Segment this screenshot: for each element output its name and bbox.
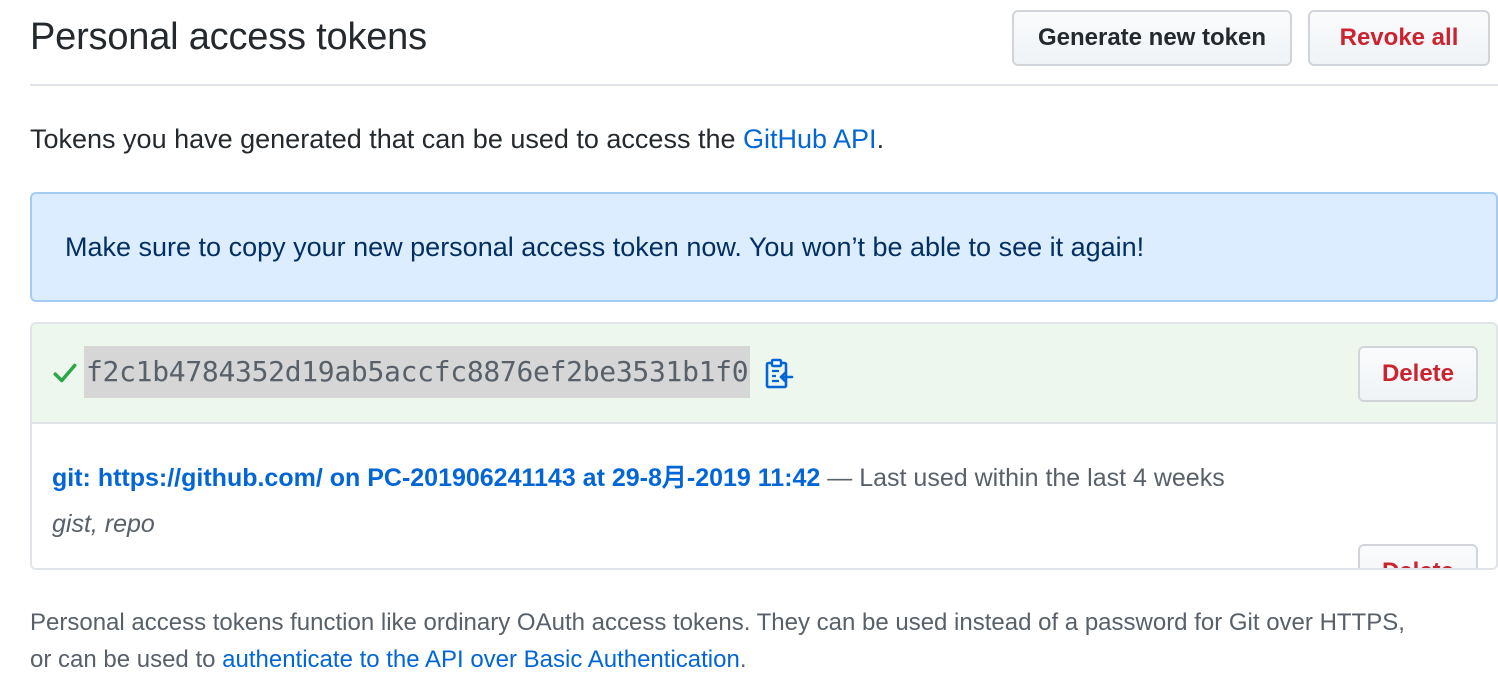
footer-prefix: or can be used to xyxy=(30,646,223,673)
basic-auth-link[interactable]: authenticate to the API over Basic Authe… xyxy=(222,646,740,673)
token-description: git: https://github.com/ on PC-201906241… xyxy=(52,458,1225,494)
delete-new-token-button[interactable]: Delete xyxy=(1358,346,1478,402)
token-scopes: gist, repo xyxy=(52,510,155,538)
new-token-row: f2c1b4784352d19ab5accfc8876ef2be3531b1f0… xyxy=(32,324,1496,424)
generate-new-token-button[interactable]: Generate new token xyxy=(1012,10,1292,66)
token-row: git: https://github.com/ on PC-201906241… xyxy=(32,424,1496,568)
check-icon xyxy=(53,363,77,383)
clipboard-icon[interactable] xyxy=(764,358,794,390)
footer-suffix: . xyxy=(739,646,747,673)
token-value[interactable]: f2c1b4784352d19ab5accfc8876ef2be3531b1f0 xyxy=(84,346,751,398)
delete-token-button[interactable]: Delete xyxy=(1358,544,1478,568)
footer-note: Personal access tokens function like ord… xyxy=(30,604,1490,678)
github-api-link[interactable]: GitHub API xyxy=(743,124,877,154)
page-title: Personal access tokens xyxy=(30,16,427,58)
token-link[interactable]: git: https://github.com/ on PC-201906241… xyxy=(52,464,820,492)
intro-prefix: Tokens you have generated that can be us… xyxy=(30,124,743,154)
intro-text: Tokens you have generated that can be us… xyxy=(30,124,884,155)
flash-notice: Make sure to copy your new personal acce… xyxy=(30,192,1498,302)
token-list: f2c1b4784352d19ab5accfc8876ef2be3531b1f0… xyxy=(30,322,1498,570)
footer-line-1: Personal access tokens function like ord… xyxy=(30,609,1405,636)
flash-message: Make sure to copy your new personal acce… xyxy=(65,232,1145,262)
token-last-used: — Last used within the last 4 weeks xyxy=(820,464,1225,492)
footer-line-2: or can be used to authenticate to the AP… xyxy=(30,641,1490,678)
intro-suffix: . xyxy=(876,124,885,154)
revoke-all-button[interactable]: Revoke all xyxy=(1308,10,1490,66)
